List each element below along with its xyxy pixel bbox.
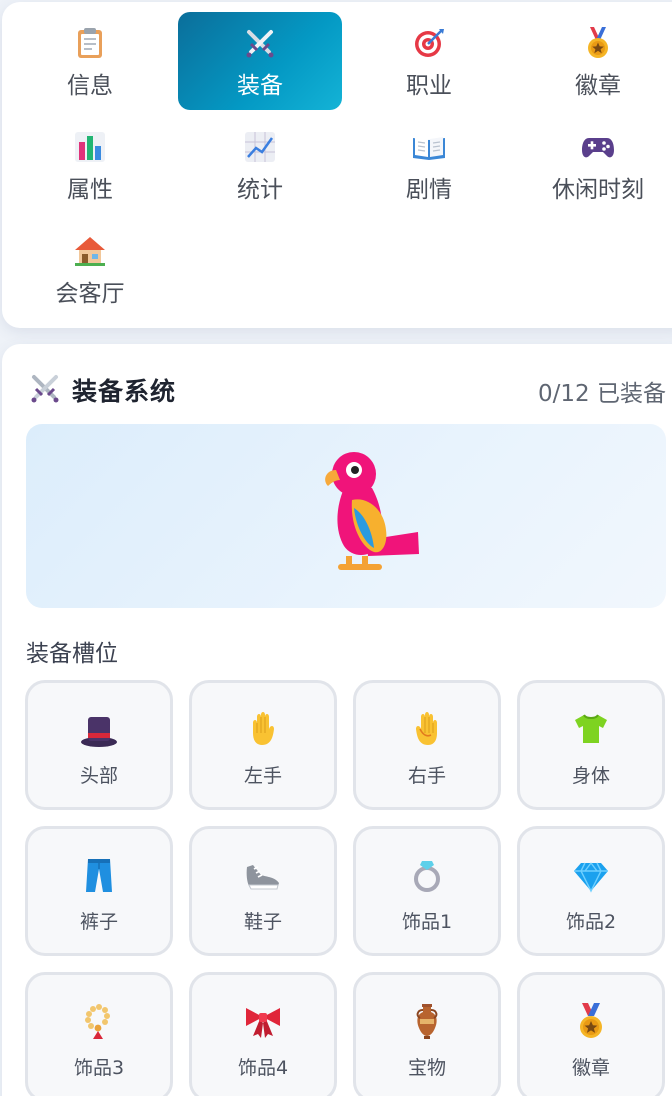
slot-shoes[interactable]: 鞋子	[189, 826, 337, 956]
slot-label: 饰品1	[401, 911, 453, 933]
nav-item-equipment[interactable]: 装备	[178, 12, 342, 110]
equipment-header: 装备系统 0/12 已装备	[2, 344, 672, 428]
equipment-title: 装备系统	[72, 377, 177, 406]
nav-item-label: 剧情	[406, 177, 452, 203]
house-icon	[75, 237, 105, 266]
slot-label: 左手	[243, 765, 282, 787]
slot-pants[interactable]: 裤子	[25, 826, 173, 956]
slot-label: 鞋子	[243, 911, 282, 933]
ribbon-icon	[246, 1008, 280, 1038]
nav-item-leisure[interactable]: 休闲时刻	[516, 116, 672, 214]
amphora-icon	[416, 1004, 438, 1039]
slot-badge[interactable]: 徽章	[517, 972, 665, 1096]
line-chart-icon	[245, 132, 275, 162]
open-book-icon	[413, 137, 445, 160]
nav-item-label: 会客厅	[55, 281, 125, 307]
gamepad-icon	[582, 138, 614, 158]
nav-item-story[interactable]: 剧情	[347, 116, 511, 214]
parrot-icon	[325, 452, 419, 570]
slot-right-hand[interactable]: 右手	[353, 680, 501, 810]
slot-label: 宝物	[407, 1057, 446, 1079]
clipboard-icon	[78, 28, 102, 58]
character-preview	[26, 424, 666, 608]
nav-panel: 信息 装备 职业 徽章 属性 统计 剧情 休闲时刻 会客厅	[2, 2, 672, 328]
nav-item-label: 装备	[237, 73, 283, 99]
medal-icon	[580, 1003, 602, 1038]
slot-label: 身体	[571, 765, 610, 787]
nav-item-badges[interactable]: 徽章	[516, 12, 672, 110]
jeans-icon	[86, 859, 112, 892]
slot-accessory-4[interactable]: 饰品4	[189, 972, 337, 1096]
nav-item-lounge[interactable]: 会客厅	[8, 220, 172, 318]
slot-body[interactable]: 身体	[517, 680, 665, 810]
crossed-swords-icon	[246, 30, 274, 58]
raised-hand-icon	[416, 712, 437, 745]
nav-item-attributes[interactable]: 属性	[8, 116, 172, 214]
slot-accessory-3[interactable]: 饰品3	[25, 972, 173, 1096]
equipment-panel: 装备系统 0/12 已装备 装备槽位 头部 左手 右手 身体 裤子 鞋子 饰品1…	[2, 344, 672, 1096]
nav-item-career[interactable]: 职业	[347, 12, 511, 110]
nav-item-label: 属性	[67, 177, 113, 203]
prayer-beads-icon	[85, 1004, 110, 1039]
crossed-swords-icon	[31, 375, 59, 403]
slot-label: 右手	[407, 765, 446, 787]
raised-hand-icon	[253, 712, 274, 745]
gem-icon	[574, 862, 608, 893]
slot-label: 裤子	[79, 911, 118, 933]
medal-icon	[588, 27, 608, 58]
nav-item-info[interactable]: 信息	[8, 12, 172, 110]
nav-item-label: 信息	[67, 73, 113, 99]
ring-icon	[414, 861, 440, 892]
slot-label: 头部	[79, 765, 118, 787]
slot-head[interactable]: 头部	[25, 680, 173, 810]
nav-item-label: 职业	[406, 73, 452, 99]
t-shirt-icon	[575, 714, 607, 743]
slot-accessory-1[interactable]: 饰品1	[353, 826, 501, 956]
slot-label: 饰品3	[73, 1057, 125, 1079]
slot-label: 饰品4	[237, 1057, 289, 1079]
nav-item-label: 休闲时刻	[552, 177, 644, 203]
slot-label: 徽章	[571, 1057, 610, 1079]
nav-item-label: 徽章	[575, 73, 621, 99]
equipped-count: 0/12 已装备	[538, 381, 666, 407]
top-hat-icon	[81, 717, 117, 747]
sneaker-icon	[246, 865, 279, 890]
bar-chart-icon	[75, 132, 105, 162]
nav-item-statistics[interactable]: 统计	[178, 116, 342, 214]
nav-item-label: 统计	[237, 177, 283, 203]
target-icon	[415, 29, 444, 57]
slot-accessory-2[interactable]: 饰品2	[517, 826, 665, 956]
slot-left-hand[interactable]: 左手	[189, 680, 337, 810]
slots-heading: 装备槽位	[26, 641, 118, 667]
slot-label: 饰品2	[565, 911, 617, 933]
slot-treasure[interactable]: 宝物	[353, 972, 501, 1096]
